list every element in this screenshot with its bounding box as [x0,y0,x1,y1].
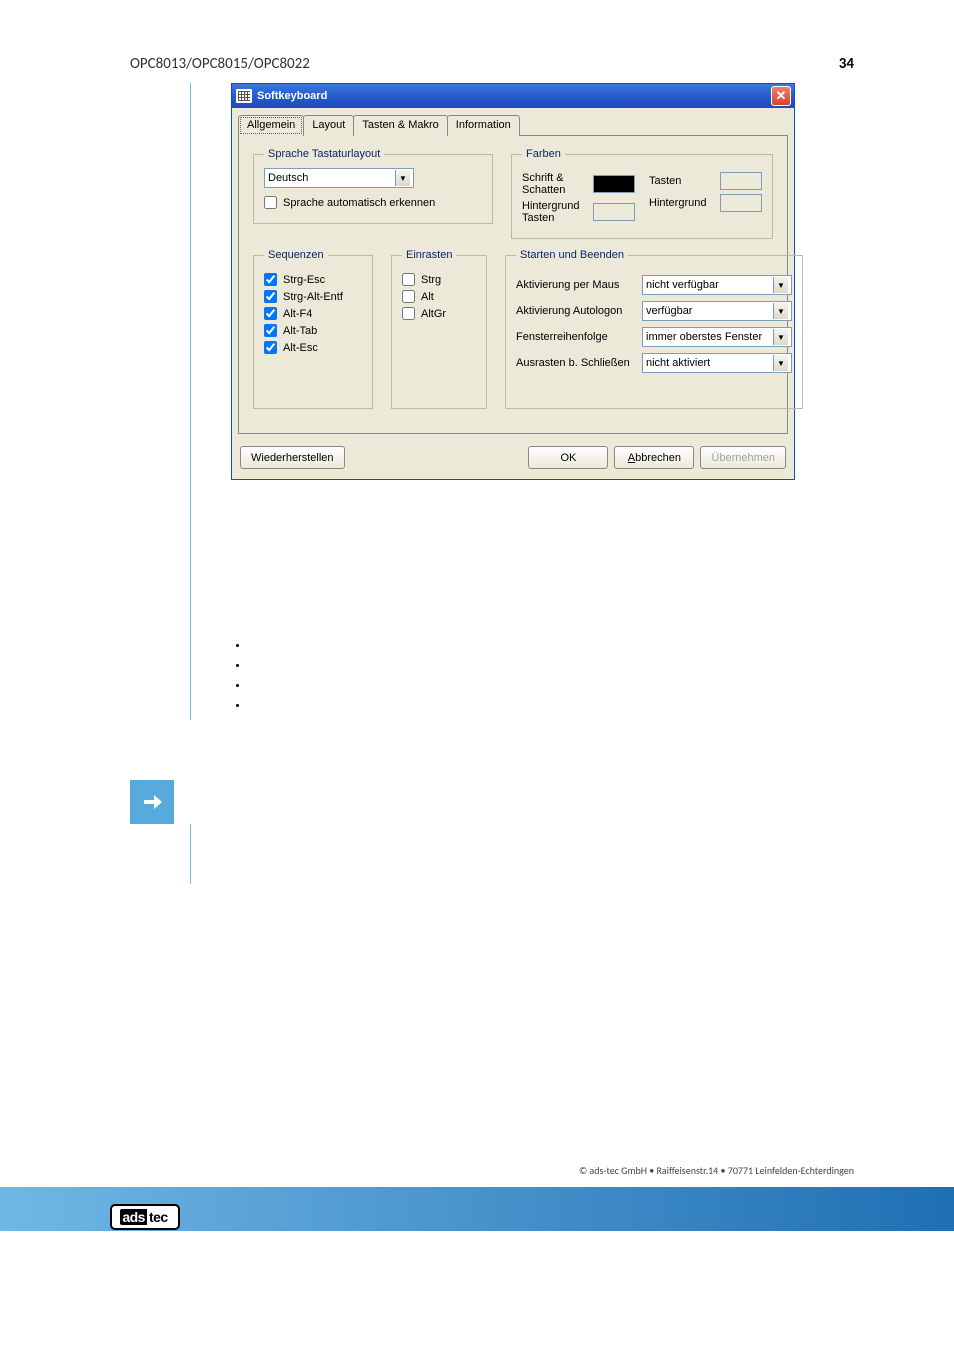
ein-alt-label: Alt [421,291,434,303]
cancel-button[interactable]: Abbrechen [614,446,694,469]
sb-maus-label: Aktivierung per Maus [516,279,634,291]
group-starten-beenden: Starten und Beenden Aktivierung per Maus… [505,249,803,409]
ein-altgr-input[interactable] [402,307,415,320]
sb-ausrasten-value: nicht aktiviert [646,357,710,369]
chevron-down-icon: ▼ [773,303,788,319]
color-swatch-tasten[interactable] [720,172,762,190]
close-icon[interactable]: ✕ [771,86,791,106]
language-value: Deutsch [268,172,308,184]
doc-header-left: OPC8013/OPC8015/OPC8022 [130,55,310,73]
seq-alt-tab-label: Alt-Tab [283,325,317,337]
color-swatch-schrift[interactable] [593,175,635,193]
apply-button: Übernehmen [700,446,786,469]
seq-alt-f4-label: Alt-F4 [283,308,312,320]
seq-alt-esc-label: Alt-Esc [283,342,318,354]
chevron-down-icon: ▼ [773,277,788,293]
seq-strg-esc[interactable]: Strg-Esc [264,273,362,286]
group-farben: Farben Schrift & Schatten Hintergrund Ta… [511,148,773,239]
legend-starten-beenden: Starten und Beenden [516,249,628,261]
seq-alt-f4-input[interactable] [264,307,277,320]
seq-strg-esc-label: Strg-Esc [283,274,325,286]
keyboard-icon [236,89,252,103]
ein-strg-input[interactable] [402,273,415,286]
cancel-label: Abbrechen [628,452,681,464]
ein-altgr[interactable]: AltGr [402,307,476,320]
sb-maus-select[interactable]: nicht verfügbar ▼ [642,275,792,295]
legend-einrasten: Einrasten [402,249,456,261]
auto-detect-checkbox[interactable]: Sprache automatisch erkennen [264,196,482,209]
chevron-down-icon: ▼ [773,329,788,345]
seq-alt-esc-input[interactable] [264,341,277,354]
bullet-item [249,640,904,660]
bullet-item [249,680,904,700]
sb-fenster-value: immer oberstes Fenster [646,331,762,343]
chevron-down-icon: ▼ [395,170,410,186]
ein-alt[interactable]: Alt [402,290,476,303]
bullet-item [249,700,904,720]
sb-fenster-label: Fensterreihenfolge [516,331,634,343]
color-label-hg: Hintergrund [649,197,720,209]
language-select[interactable]: Deutsch ▼ [264,168,414,188]
adstec-logo: adstec [110,1204,180,1230]
legend-farben: Farben [522,148,565,160]
arrow-right-icon [130,780,174,824]
sb-autologon-select[interactable]: verfügbar ▼ [642,301,792,321]
seq-strg-alt-entf[interactable]: Strg-Alt-Entf [264,290,362,303]
auto-detect-label: Sprache automatisch erkennen [283,197,435,209]
auto-detect-input[interactable] [264,196,277,209]
tabpanel-allgemein: Sprache Tastaturlayout Deutsch ▼ Sprache… [238,135,788,434]
sb-maus-value: nicht verfügbar [646,279,719,291]
chevron-down-icon: ▼ [773,355,788,371]
seq-strg-esc-input[interactable] [264,273,277,286]
sb-fenster-select[interactable]: immer oberstes Fenster ▼ [642,327,792,347]
tab-allgemein[interactable]: Allgemein [238,115,304,136]
group-einrasten: Einrasten Strg Alt AltGr [391,249,487,409]
color-label-tasten: Tasten [649,175,720,187]
logo-part-b: tec [147,1209,170,1225]
seq-alt-esc[interactable]: Alt-Esc [264,341,362,354]
seq-alt-tab-input[interactable] [264,324,277,337]
legend-sprache: Sprache Tastaturlayout [264,148,384,160]
group-sprache: Sprache Tastaturlayout Deutsch ▼ Sprache… [253,148,493,224]
seq-strg-alt-entf-label: Strg-Alt-Entf [283,291,343,303]
sb-ausrasten-label: Ausrasten b. Schließen [516,357,634,369]
seq-alt-f4[interactable]: Alt-F4 [264,307,362,320]
titlebar: Softkeyboard ✕ [232,84,794,108]
tab-information[interactable]: Information [447,115,520,136]
sb-autologon-label: Aktivierung Autologon [516,305,634,317]
ein-strg[interactable]: Strg [402,273,476,286]
legend-sequenzen: Sequenzen [264,249,328,261]
bullet-item [249,660,904,680]
tab-layout[interactable]: Layout [303,115,354,136]
color-swatch-hg[interactable] [720,194,762,212]
color-label-hg-tasten: Hintergrund Tasten [522,200,593,224]
button-bar: Wiederherstellen OK Abbrechen Übernehmen [232,440,794,479]
softkeyboard-window: Softkeyboard ✕ Allgemein Layout Tasten &… [231,83,795,480]
ein-alt-input[interactable] [402,290,415,303]
ein-altgr-label: AltGr [421,308,446,320]
page-number: 34 [839,55,854,73]
bullet-list [231,640,904,720]
footer-copyright: © ads-tec GmbH • Raiffeisenstr.14 • 7077… [0,1164,954,1177]
group-sequenzen: Sequenzen Strg-Esc Strg-Alt-Entf Alt-F4 … [253,249,373,409]
sb-autologon-value: verfügbar [646,305,692,317]
seq-alt-tab[interactable]: Alt-Tab [264,324,362,337]
color-label-schrift: Schrift & Schatten [522,172,593,196]
color-swatch-hg-tasten[interactable] [593,203,635,221]
tab-strip: Allgemein Layout Tasten & Makro Informat… [232,108,794,135]
window-title: Softkeyboard [257,90,327,102]
ok-button[interactable]: OK [528,446,608,469]
restore-button[interactable]: Wiederherstellen [240,446,345,469]
sb-ausrasten-select[interactable]: nicht aktiviert ▼ [642,353,792,373]
logo-part-a: ads [120,1209,147,1225]
seq-strg-alt-entf-input[interactable] [264,290,277,303]
tab-tasten-makro[interactable]: Tasten & Makro [353,115,447,136]
ein-strg-label: Strg [421,274,441,286]
